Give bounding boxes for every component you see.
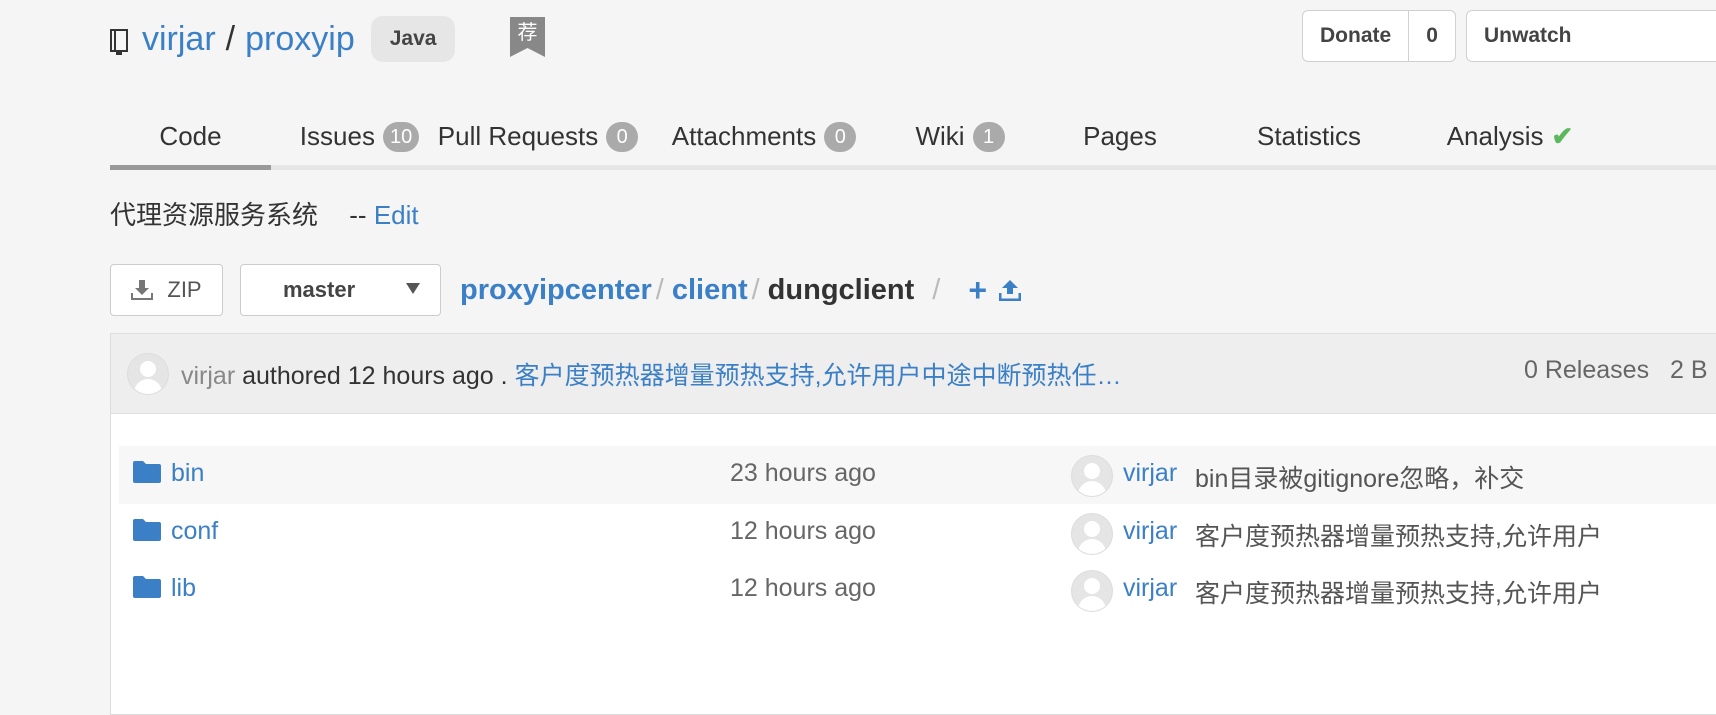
repo-separator: / [225,19,236,58]
unwatch-button-group: Unwatch [1466,10,1716,62]
tab-issues-count: 10 [382,121,420,152]
donate-button[interactable]: Donate [1303,11,1408,61]
file-commit-message[interactable]: bin目录被gitignore忽略，补交 [1195,459,1524,495]
unwatch-button[interactable]: Unwatch [1467,11,1589,61]
folder-icon [133,461,161,483]
tab-wiki[interactable]: Wiki 1 [910,108,1010,165]
tab-attachments-count: 0 [824,121,857,152]
tab-statistics[interactable]: Statistics [1230,108,1388,165]
releases-info: 0 Releases 2 B [1524,356,1708,385]
donate-count[interactable]: 0 [1408,11,1455,61]
tab-issues[interactable]: Issues 10 [282,108,437,165]
avatar [1071,513,1113,555]
avatar [1071,570,1113,612]
latest-commit-text: virjar authored 12 hours ago . 客户度预热器增量预… [181,356,1122,392]
repo-description: 代理资源服务系统 -- Edit [110,195,419,232]
folder-icon [133,576,161,598]
tab-wiki-label: Wiki [915,121,965,151]
description-text: 代理资源服务系统 [110,200,319,230]
breadcrumb-item-client[interactable]: client [672,274,748,307]
breadcrumb-item-proxyipcenter[interactable]: proxyipcenter [460,274,652,307]
file-commit-message[interactable]: 客户度预热器增量预热支持,允许用户 [1195,574,1602,610]
tab-wiki-count: 1 [972,121,1005,152]
repo-tabs: Code Issues 10 Pull Requests 0 Attachmen… [110,108,1716,170]
recommend-badge-text: 荐 [518,20,538,44]
description-dash: -- [349,200,367,230]
releases-link[interactable]: 0 Releases [1524,356,1649,384]
repo-owner-link[interactable]: virjar [142,20,216,59]
file-row[interactable]: lib 12 hours ago virjar 客户度预热器增量预热支持,允许用… [119,561,1716,619]
file-name-link[interactable]: conf [171,517,218,546]
tab-analysis[interactable]: Analysis ✔ [1430,108,1590,165]
analysis-check-icon: ✔ [1551,121,1574,151]
repo-book-icon [110,29,128,55]
repo-name-link[interactable]: proxyip [245,20,355,59]
tab-attachments[interactable]: Attachments 0 [668,108,860,165]
breadcrumb: proxyipcenter / client / dungclient / + [460,268,1022,312]
commit-message-link[interactable]: 客户度预热器增量预热支持,允许用户中途中断预热任… [515,362,1122,390]
file-row[interactable]: conf 12 hours ago virjar 客户度预热器增量预热支持,允许… [119,504,1716,562]
zip-label: ZIP [167,277,202,302]
tab-pull-requests-label: Pull Requests [437,121,599,151]
add-file-icon[interactable]: + [968,272,987,309]
file-name-link[interactable]: bin [171,459,204,488]
file-row[interactable]: bin 23 hours ago virjar bin目录被gitignore忽… [119,446,1716,504]
file-time: 12 hours ago [730,574,876,602]
file-name-link[interactable]: lib [171,574,196,603]
tab-analysis-label: Analysis [1446,121,1544,151]
file-time: 23 hours ago [730,459,876,487]
tab-code[interactable]: Code [110,108,271,170]
download-zip-button[interactable]: ZIP [110,264,223,316]
file-author-link[interactable]: virjar [1123,517,1177,546]
branch-name: master [283,277,356,302]
breadcrumb-current: dungclient [767,273,915,306]
tab-pull-requests[interactable]: Pull Requests 0 [436,108,640,165]
tab-pages[interactable]: Pages [1060,108,1180,165]
file-time: 12 hours ago [730,517,876,545]
file-browser-panel: virjar authored 12 hours ago . 客户度预热器增量预… [110,333,1716,715]
donate-button-group: Donate 0 [1302,10,1456,62]
commit-author-link[interactable]: virjar [181,362,235,390]
avatar [127,353,169,395]
edit-description-link[interactable]: Edit [374,200,419,230]
commit-authored-text: authored 12 hours ago . [242,362,508,390]
tab-statistics-label: Statistics [1256,121,1362,151]
recommend-ribbon-icon: 荐 [510,17,545,57]
tab-code-label: Code [159,121,222,151]
branches-link[interactable]: 2 B [1670,356,1708,384]
tab-attachments-label: Attachments [671,121,817,151]
download-icon [131,280,154,300]
file-author-link[interactable]: virjar [1123,574,1177,603]
breadcrumb-separator: / [655,273,664,306]
file-author-link[interactable]: virjar [1123,459,1177,488]
repo-title: virjar / proxyip Java [110,14,456,64]
breadcrumb-separator: / [932,273,941,306]
breadcrumb-separator: / [751,273,760,306]
file-commit-message[interactable]: 客户度预热器增量预热支持,允许用户 [1195,517,1602,553]
tab-issues-label: Issues [299,121,375,151]
upload-icon[interactable] [999,279,1022,301]
avatar [1071,455,1113,497]
branch-selector[interactable]: master [240,264,441,316]
caret-down-icon [406,283,420,294]
folder-icon [133,519,161,541]
latest-commit-bar: virjar authored 12 hours ago . 客户度预热器增量预… [111,334,1716,414]
tab-pages-label: Pages [1083,121,1157,151]
language-badge: Java [370,16,456,62]
tab-pull-requests-count: 0 [606,121,639,152]
